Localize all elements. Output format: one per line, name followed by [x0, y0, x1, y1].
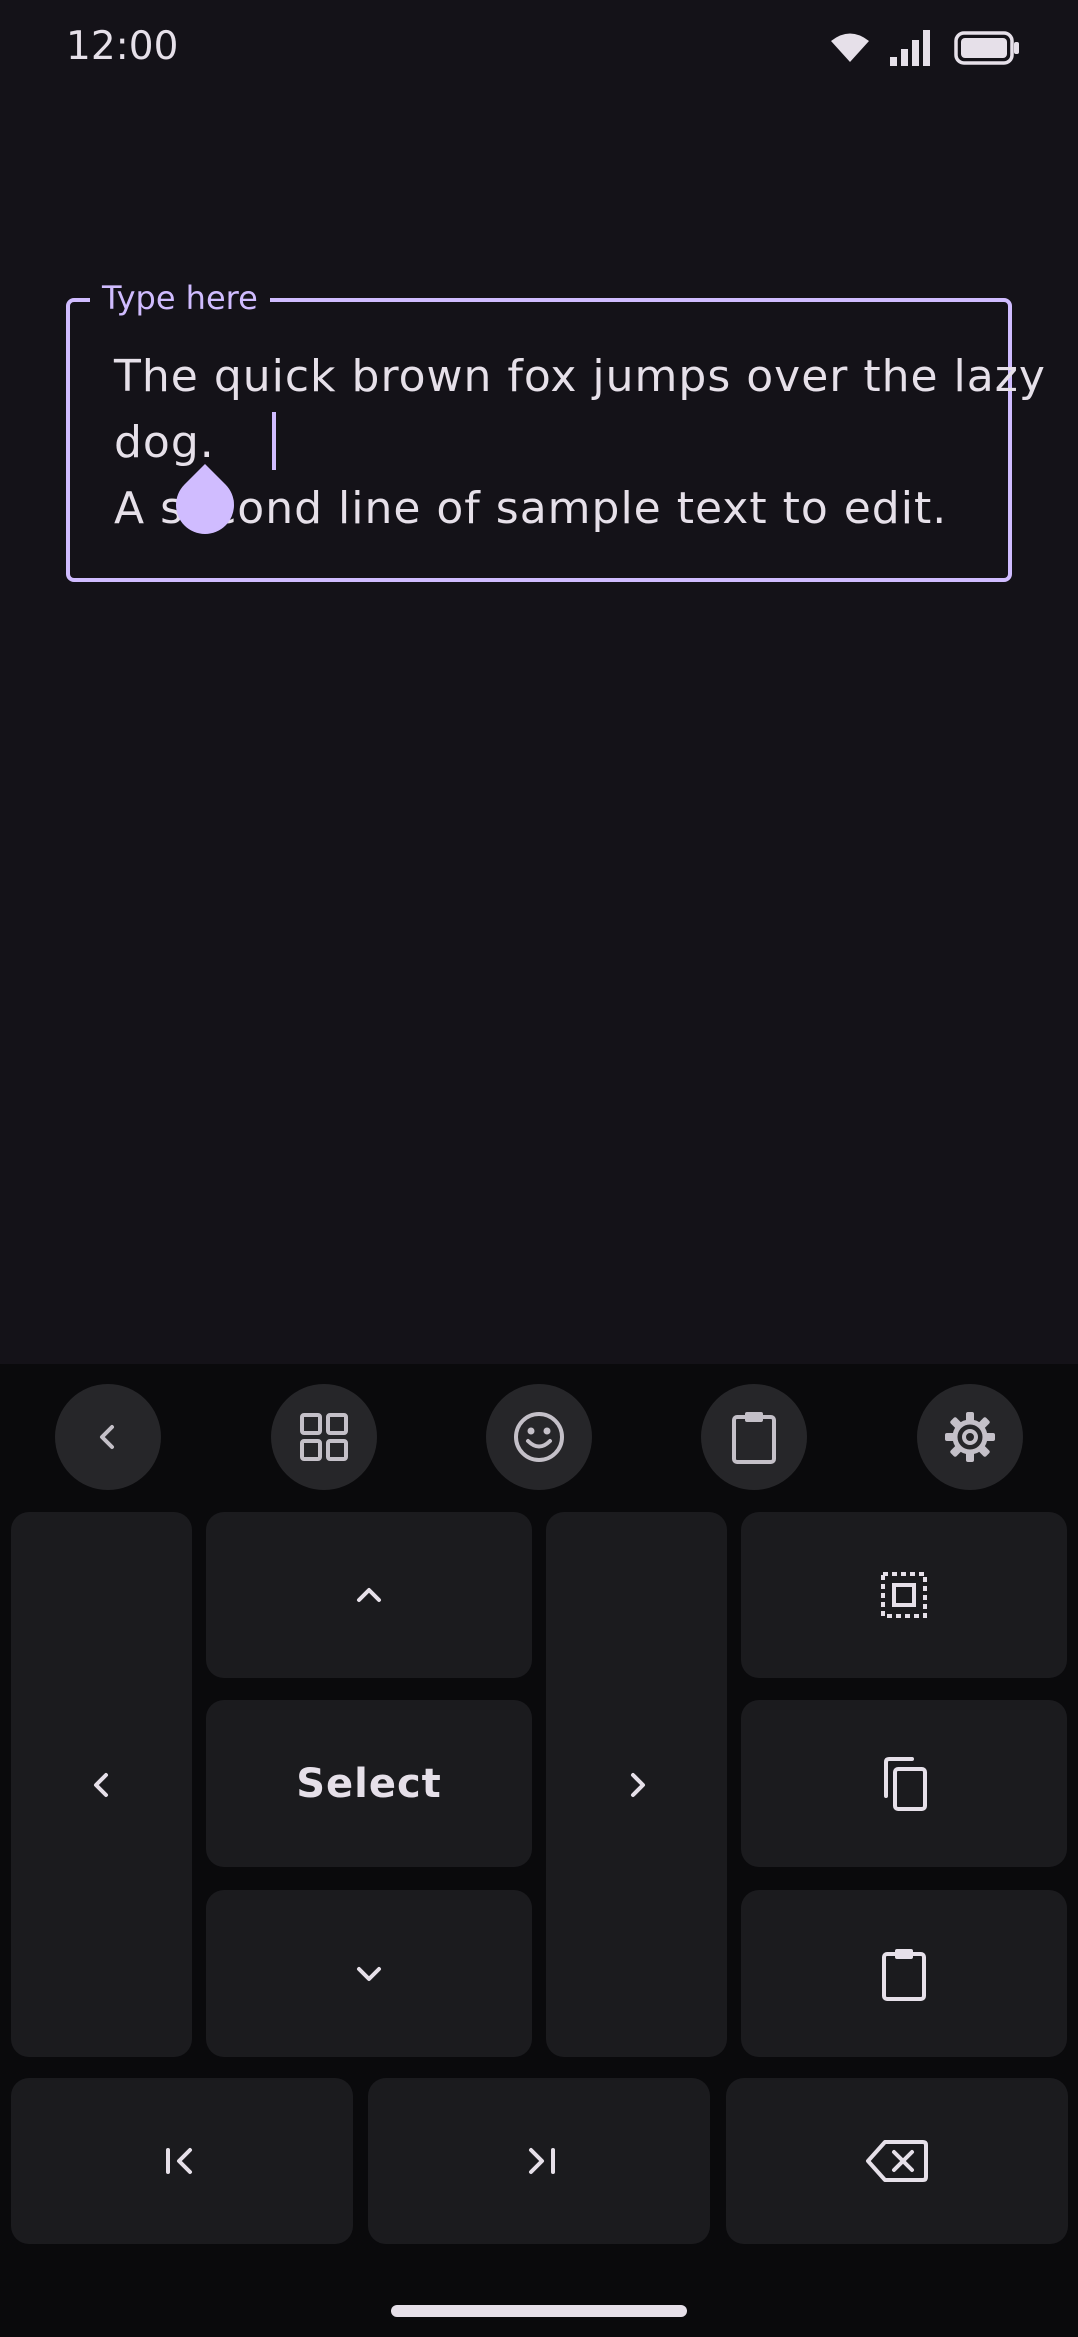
keyboard-toolbar [0, 1364, 1078, 1504]
chevron-down-icon [349, 1956, 389, 1992]
status-time: 12:00 [66, 24, 179, 69]
down-arrow-key[interactable] [206, 1890, 532, 2057]
backspace-icon [865, 2138, 929, 2184]
emoji-button[interactable] [486, 1384, 592, 1490]
field-text[interactable]: The quick brown fox jumps over the lazy … [114, 344, 1046, 542]
select-all-key[interactable] [741, 1512, 1067, 1678]
move-to-end-icon [517, 2141, 561, 2181]
copy-icon [878, 1756, 930, 1812]
select-key-label: Select [296, 1760, 442, 1807]
grid-button[interactable] [271, 1384, 377, 1490]
settings-button[interactable] [917, 1384, 1023, 1490]
text-cursor [272, 412, 276, 470]
chevron-right-icon [619, 1767, 655, 1803]
keyboard: Select [0, 1364, 1078, 2337]
home-key[interactable] [11, 2078, 353, 2244]
copy-key[interactable] [741, 1700, 1067, 1867]
right-arrow-key[interactable] [546, 1512, 727, 2057]
left-arrow-key[interactable] [11, 1512, 192, 2057]
status-icons [830, 30, 1020, 66]
signal-icon [890, 30, 934, 66]
gear-icon [943, 1410, 997, 1464]
home-indicator[interactable] [391, 2305, 687, 2317]
battery-icon [954, 31, 1020, 65]
chevron-left-icon [84, 1767, 120, 1803]
chevron-left-icon [88, 1417, 128, 1457]
select-key[interactable]: Select [206, 1700, 532, 1867]
paste-key[interactable] [741, 1890, 1067, 2057]
clipboard-icon [879, 1946, 929, 2002]
select-all-icon [879, 1570, 929, 1620]
text-line-1: The quick brown fox jumps over the lazy [114, 351, 1046, 402]
up-arrow-key[interactable] [206, 1512, 532, 1678]
clipboard-icon [729, 1409, 779, 1465]
chevron-up-icon [349, 1577, 389, 1613]
status-bar: 12:00 [0, 0, 1078, 100]
screen: 12:00 Type here The quick brown fox jump… [0, 0, 1078, 2337]
wifi-icon [830, 32, 870, 64]
clipboard-button[interactable] [701, 1384, 807, 1490]
emoji-icon [512, 1410, 566, 1464]
text-line-2: dog. [114, 417, 215, 468]
end-key[interactable] [368, 2078, 710, 2244]
field-label: Type here [90, 274, 270, 322]
move-to-start-icon [160, 2141, 204, 2181]
grid-icon [299, 1412, 349, 1462]
text-line-3: A second line of sample text to edit. [114, 483, 948, 534]
back-button[interactable] [55, 1384, 161, 1490]
backspace-key[interactable] [726, 2078, 1068, 2244]
text-input-field[interactable]: Type here The quick brown fox jumps over… [66, 274, 1046, 582]
